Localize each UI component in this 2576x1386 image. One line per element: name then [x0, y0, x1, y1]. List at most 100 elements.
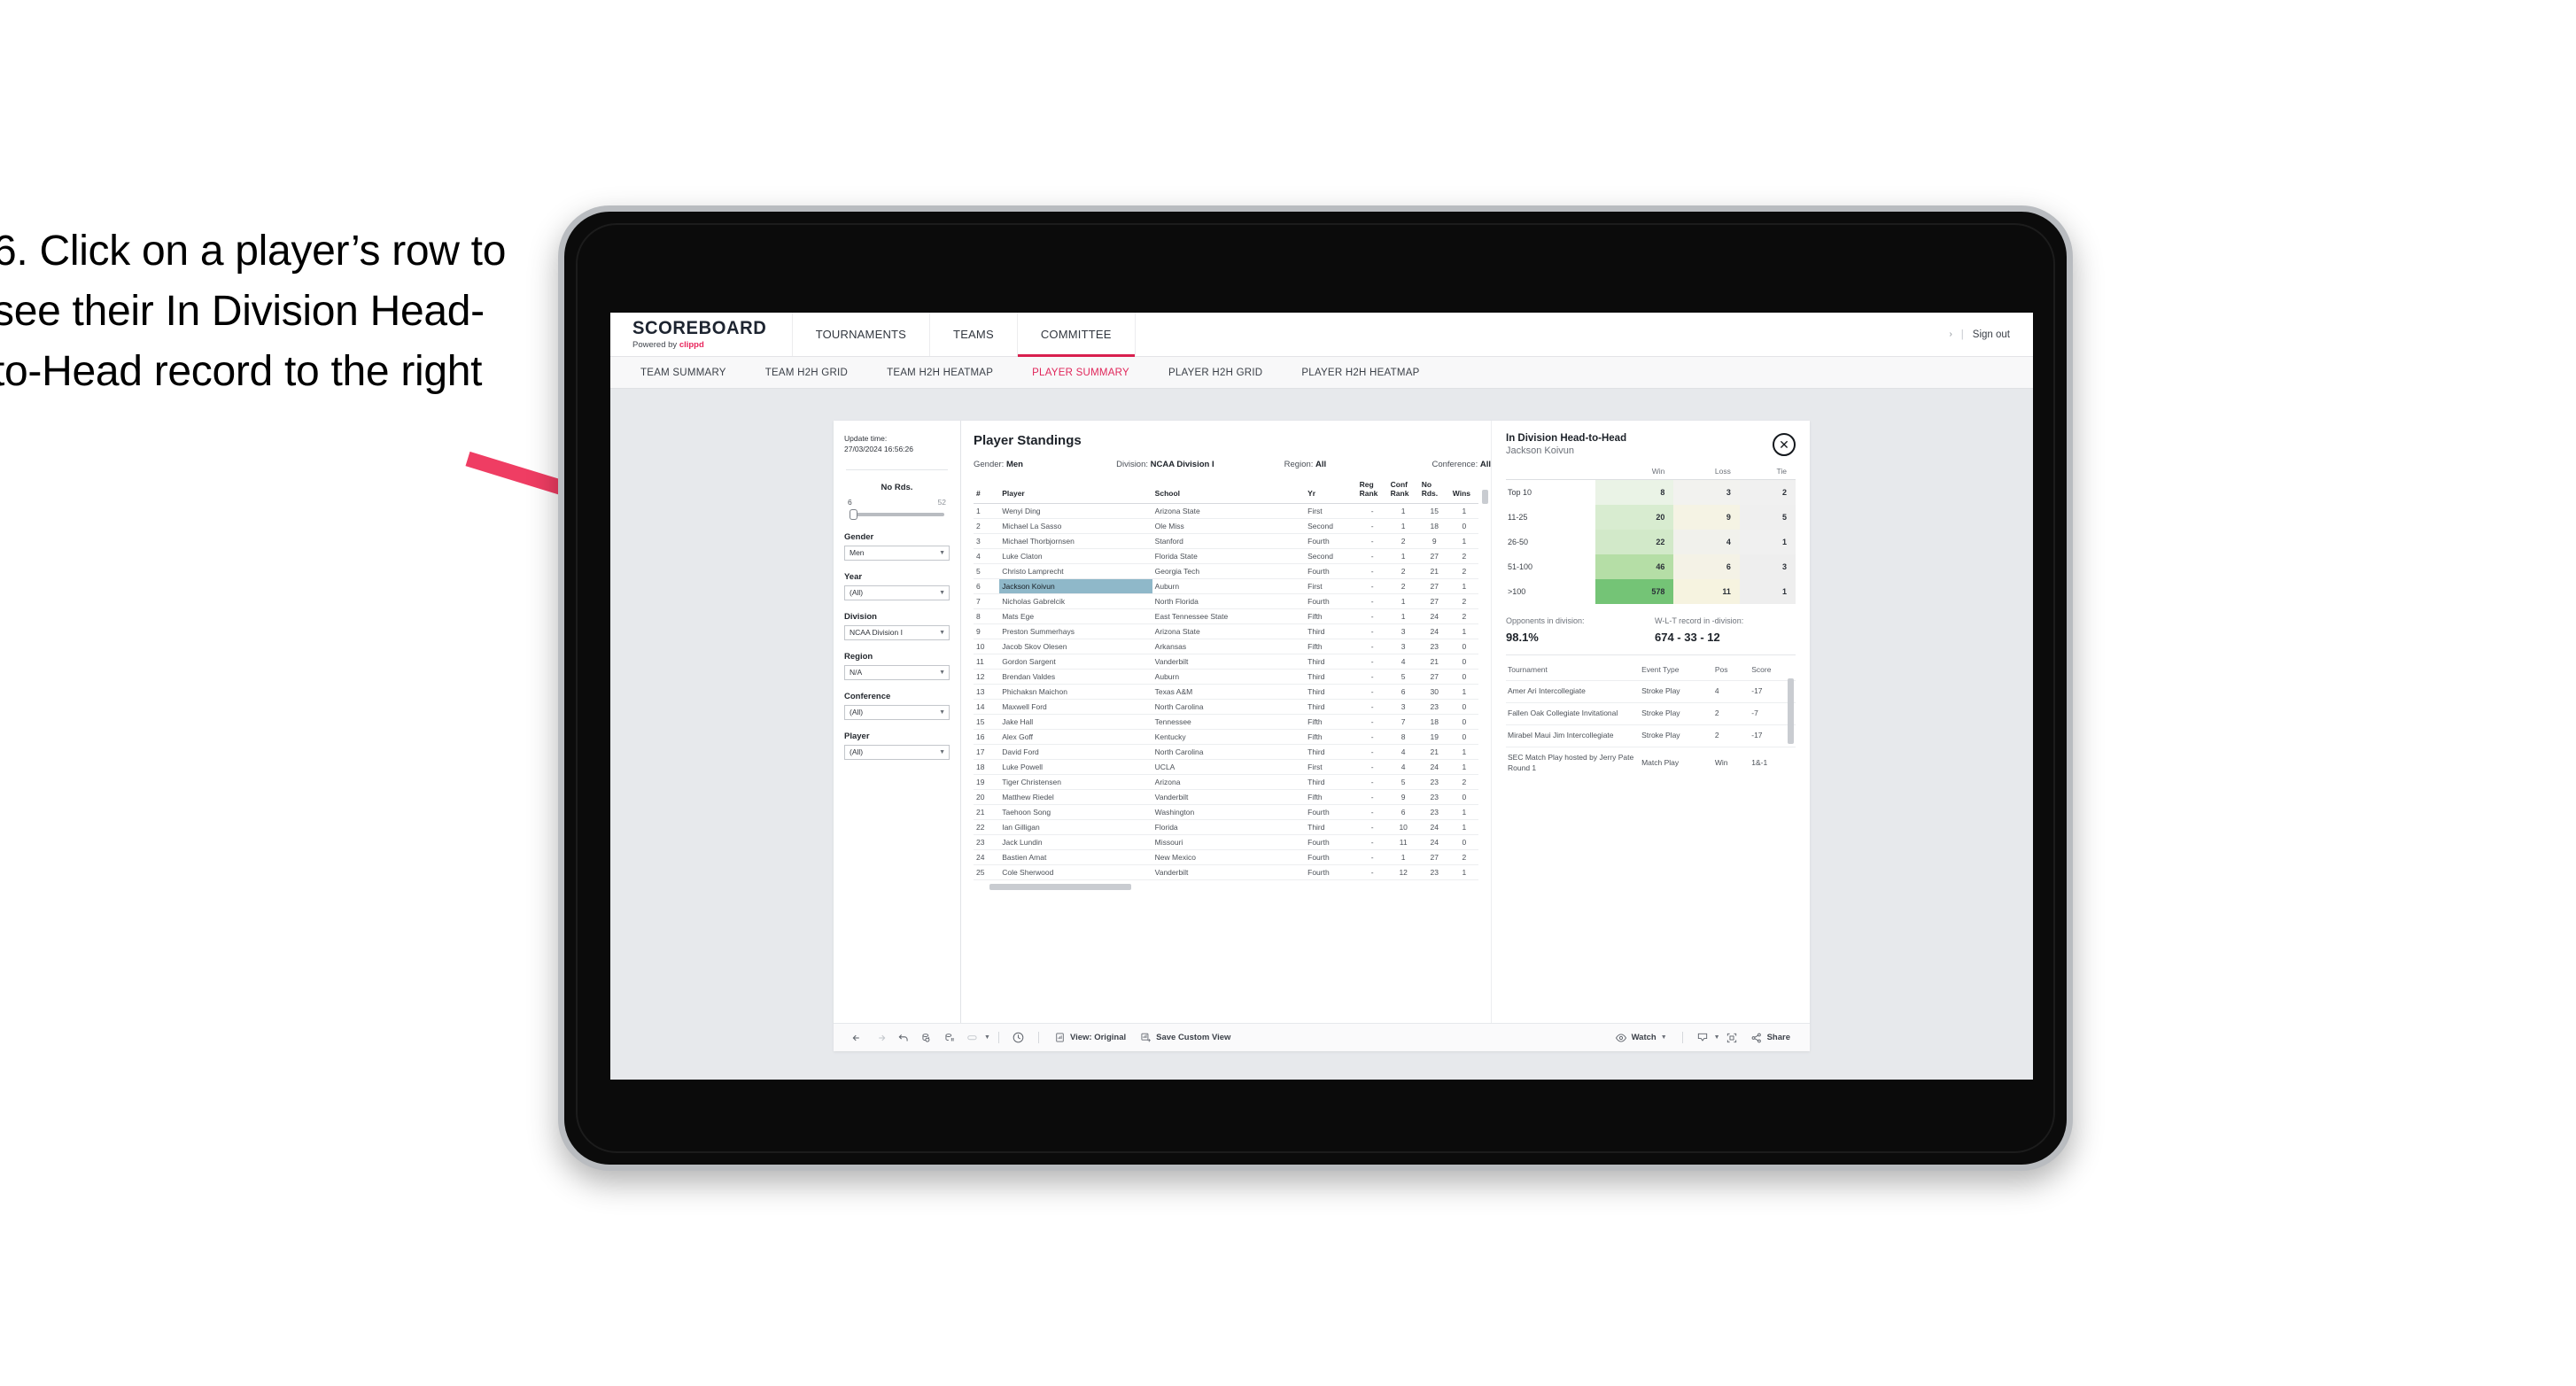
table-row[interactable]: 8 Mats Ege East Tennessee State Fifth -1 24 2 [974, 608, 1478, 624]
tournament-scrollbar[interactable] [1788, 678, 1794, 744]
col-conf-rank[interactable]: Conf Rank [1387, 477, 1419, 504]
nav-tab-committee[interactable]: COMMITTEE [1017, 313, 1136, 357]
col-no-rds[interactable]: No Rds. [1418, 477, 1450, 504]
stat-record: W-L-T record in -division: 674 - 33 - 12 [1655, 616, 1743, 644]
revert-icon[interactable] [892, 1027, 915, 1049]
tournament-row[interactable]: Fallen Oak Collegiate Invitational Stroke… [1506, 701, 1796, 725]
table-row[interactable]: 21 Taehoon Song Washington Fourth -6 23 1 [974, 804, 1478, 820]
cell-wins: 1 [1449, 684, 1478, 700]
cell-rank: 15 [974, 714, 1000, 730]
h2h-row-label: 11-25 [1506, 505, 1595, 530]
view-original-button[interactable]: View: Original [1047, 1032, 1133, 1043]
table-row[interactable]: 15 Jake Hall Tennessee Fifth -7 18 0 [974, 714, 1478, 730]
vertical-scrollbar[interactable] [1482, 490, 1488, 504]
col-rank[interactable]: # [974, 477, 1000, 504]
sign-out-link[interactable]: Sign out [1973, 329, 2010, 340]
filter-player-select[interactable]: (All) ▼ [844, 744, 950, 760]
table-row[interactable]: 22 Ian Gilligan Florida Third -10 24 1 [974, 819, 1478, 835]
table-row[interactable]: 14 Maxwell Ford North Carolina Third -3 23 0 [974, 699, 1478, 715]
slider-knob[interactable] [850, 508, 857, 520]
eye-icon [1615, 1033, 1626, 1042]
cell-rank: 24 [974, 849, 1000, 865]
subtab-player-h2h-heatmap[interactable]: PLAYER H2H HEATMAP [1282, 368, 1439, 378]
cell-rank: 8 [974, 608, 1000, 624]
table-row[interactable]: 5 Christo Lamprecht Georgia Tech Fourth -2 21… [974, 563, 1478, 579]
watch-button[interactable]: Watch ▼ [1608, 1032, 1674, 1044]
table-row[interactable]: 4 Luke Claton Florida State Second -1 27 2 [974, 548, 1478, 564]
slider-track[interactable] [850, 508, 944, 520]
meta-conference: Conference: All [1432, 460, 1491, 469]
table-row[interactable]: 23 Jack Lundin Missouri Fourth -11 24 0 [974, 834, 1478, 850]
subtab-player-summary[interactable]: PLAYER SUMMARY [1013, 368, 1149, 378]
standings-table-body: 1 Wenyi Ding Arizona State First -1 15 1 2 Micha… [974, 503, 1478, 880]
cell-school: Texas A&M [1152, 684, 1306, 700]
cell-school: UCLA [1152, 759, 1306, 775]
table-row[interactable]: 11 Gordon Sargent Vanderbilt Third -4 21 0 [974, 654, 1478, 670]
tournament-row[interactable]: Amer Ari Intercollegiate Stroke Play 4 -17 [1506, 680, 1796, 703]
table-row[interactable]: 18 Luke Powell UCLA First -4 24 1 [974, 759, 1478, 775]
table-row[interactable]: 12 Brendan Valdes Auburn Third -5 27 0 [974, 669, 1478, 685]
filter-year-select[interactable]: (All) ▼ [844, 585, 950, 600]
cell-yr: Fifth [1305, 608, 1357, 624]
filter-division-select[interactable]: NCAA Division I ▼ [844, 624, 950, 640]
download-icon[interactable] [1691, 1027, 1714, 1049]
table-row[interactable]: 13 Phichaksn Maichon Texas A&M Third -6 30 1 [974, 684, 1478, 700]
table-row[interactable]: 10 Jacob Skov Olesen Arkansas Fifth -3 23 0 [974, 639, 1478, 654]
table-row[interactable]: 9 Preston Summerhays Arizona State Third -3 2… [974, 623, 1478, 639]
highlight-icon[interactable] [961, 1027, 984, 1049]
filter-region-select[interactable]: N/A ▼ [844, 664, 950, 680]
chevron-down-icon[interactable]: ▼ [1714, 1034, 1720, 1041]
cell-no-rds: 24 [1418, 608, 1450, 624]
table-row[interactable]: 7 Nicholas Gabrelcik North Florida Fourth -1… [974, 593, 1478, 609]
table-row[interactable]: 1 Wenyi Ding Arizona State First -1 15 1 [974, 503, 1478, 519]
cell-player: Jake Hall [999, 714, 1152, 730]
col-yr[interactable]: Yr [1305, 477, 1357, 504]
share-button[interactable]: Share [1743, 1032, 1797, 1044]
no-rounds-slider[interactable]: No Rds. 6 52 [844, 483, 950, 520]
table-row[interactable]: 19 Tiger Christensen Arizona Third -5 23 2 [974, 774, 1478, 790]
subtab-player-h2h-grid[interactable]: PLAYER H2H GRID [1149, 368, 1282, 378]
filter-gender-select[interactable]: Men ▼ [844, 545, 950, 561]
undo-icon[interactable] [846, 1027, 869, 1049]
table-row[interactable]: 17 David Ford North Carolina Third -4 21 1 [974, 744, 1478, 760]
col-school[interactable]: School [1152, 477, 1306, 504]
table-row[interactable]: 16 Alex Goff Kentucky Fifth -8 19 0 [974, 729, 1478, 745]
table-row[interactable]: 6 Jackson Koivun Auburn First -2 27 1 [974, 578, 1478, 594]
col-reg-rank[interactable]: Reg Rank [1356, 477, 1388, 504]
table-row[interactable]: 20 Matthew Riedel Vanderbilt Fifth -9 23 0 [974, 789, 1478, 805]
tournament-row[interactable]: SEC Match Play hosted by Jerry Pate Roun… [1506, 746, 1796, 779]
save-custom-view-button[interactable]: Save Custom View [1133, 1032, 1238, 1043]
cell-wins: 0 [1449, 789, 1478, 805]
history-icon[interactable] [1007, 1027, 1030, 1049]
table-row[interactable]: 2 Michael La Sasso Ole Miss Second -1 18 0 [974, 518, 1478, 534]
cell-conf-rank: 1 [1387, 518, 1419, 534]
col-player[interactable]: Player [999, 477, 1152, 504]
subtab-team-h2h-heatmap[interactable]: TEAM H2H HEATMAP [867, 368, 1013, 378]
nav-tab-tournaments[interactable]: TOURNAMENTS [793, 313, 931, 356]
cell-rank: 23 [974, 834, 1000, 850]
subtab-team-summary[interactable]: TEAM SUMMARY [621, 368, 746, 378]
col-wins[interactable]: Wins [1449, 477, 1478, 504]
subtab-team-h2h-grid[interactable]: TEAM H2H GRID [746, 368, 867, 378]
cell-no-rds: 21 [1418, 563, 1450, 579]
table-row[interactable]: 3 Michael Thorbjornsen Stanford Fourth -2 9 1 [974, 533, 1478, 549]
pause-data-icon[interactable] [938, 1027, 961, 1049]
chevron-down-icon[interactable]: ▼ [984, 1034, 990, 1041]
cell-reg-rank: - [1356, 759, 1388, 775]
filter-conference-select[interactable]: (All) ▼ [844, 704, 950, 720]
stat-opponents: Opponents in division: 98.1% [1506, 616, 1655, 644]
cell-reg-rank: - [1356, 774, 1388, 790]
cell-school: Arizona [1152, 774, 1306, 790]
horizontal-scrollbar[interactable] [989, 884, 1131, 890]
nav-tab-teams[interactable]: TEAMS [930, 313, 1018, 356]
close-icon[interactable]: ✕ [1773, 433, 1796, 456]
redo-icon[interactable] [869, 1027, 892, 1049]
tournament-row[interactable]: Mirabel Maui Jim Intercollegiate Stroke P… [1506, 724, 1796, 747]
update-time: Update time: 27/03/2024 16:56:26 [844, 433, 950, 455]
cell-no-rds: 27 [1418, 593, 1450, 609]
chevron-right-icon[interactable]: › [1949, 329, 1951, 339]
table-row[interactable]: 24 Bastien Amat New Mexico Fourth -1 27 2 [974, 849, 1478, 865]
fullscreen-icon[interactable] [1720, 1027, 1743, 1049]
table-row[interactable]: 25 Cole Sherwood Vanderbilt Fourth -12 23 1 [974, 864, 1478, 880]
refresh-data-icon[interactable] [915, 1027, 938, 1049]
